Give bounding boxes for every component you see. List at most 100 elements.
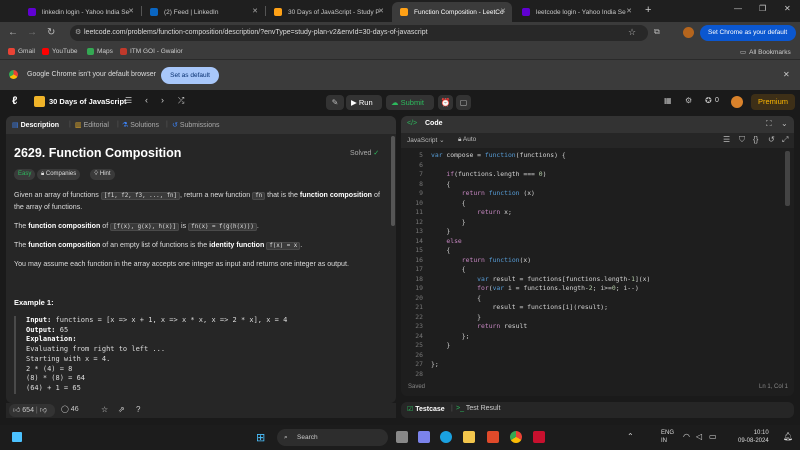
code-line[interactable]: 20 {: [401, 294, 794, 304]
minimize-button[interactable]: —: [734, 4, 742, 13]
language-select[interactable]: JavaScript ⌄: [407, 136, 445, 144]
wifi-icon[interactable]: ◠: [683, 432, 690, 441]
code-line[interactable]: 24 };: [401, 332, 794, 342]
expand-icon[interactable]: ⛶: [766, 119, 772, 129]
code-line[interactable]: 12 }: [401, 218, 794, 228]
code-line[interactable]: 14 else: [401, 237, 794, 247]
close-icon[interactable]: ✕: [626, 7, 632, 15]
settings-gear-icon[interactable]: ⚙: [685, 96, 692, 105]
browser-tab-function-composition[interactable]: Function Composition - LeetCo ✕: [392, 2, 512, 22]
forward-icon[interactable]: →: [27, 27, 37, 38]
code-line[interactable]: 16 return function(x): [401, 256, 794, 266]
code-line[interactable]: 11 return x;: [401, 208, 794, 218]
all-bookmarks[interactable]: ▭ All Bookmarks: [740, 48, 791, 57]
auto-mode-toggle[interactable]: 🔒︎ Auto: [458, 136, 476, 144]
code-line[interactable]: 19 for(var i = functions.length-2; i>=0;…: [401, 284, 794, 294]
address-bar[interactable]: ⚙ leetcode.com/problems/function-composi…: [70, 25, 648, 41]
language-indicator[interactable]: ENG IN: [661, 429, 674, 445]
scrollbar[interactable]: [391, 136, 395, 226]
chevron-up-icon[interactable]: ⌃: [627, 432, 634, 441]
close-icon[interactable]: ✕: [128, 7, 134, 15]
prev-problem-icon[interactable]: ‹: [145, 95, 148, 105]
taskbar-search[interactable]: ⌕ Search: [277, 429, 388, 446]
task-view-icon[interactable]: [396, 431, 408, 443]
notification-icon[interactable]: 🔔︎: [783, 432, 793, 441]
bookmark-icon[interactable]: ⛉: [739, 135, 745, 145]
edge-icon[interactable]: [440, 431, 452, 443]
office-icon[interactable]: [487, 431, 499, 443]
tab-editorial[interactable]: ▥ Editorial: [75, 121, 109, 129]
close-icon[interactable]: ✕: [252, 7, 258, 15]
shuffle-icon[interactable]: ⤮: [178, 96, 184, 106]
browser-tab-study-plan[interactable]: 30 Days of JavaScript - Study P ✕: [266, 2, 390, 22]
leetcode-logo-icon[interactable]: ℓ: [12, 95, 17, 107]
mcafee-icon[interactable]: [533, 431, 545, 443]
companies-tag[interactable]: 🔒︎ Companies: [37, 169, 81, 180]
star-icon[interactable]: ☆: [101, 405, 108, 414]
browser-tab-yahoo-linkedin[interactable]: linkedin login - Yahoo India Se ✕: [20, 2, 140, 22]
editor-scrollbar[interactable]: [785, 151, 790, 206]
tab-description[interactable]: ▤ Description: [12, 121, 59, 129]
like-button[interactable]: 👍︎ 654 | 👎︎: [9, 404, 55, 417]
code-line[interactable]: 15 {: [401, 246, 794, 256]
code-editor[interactable]: 5 var compose = function(functions) {6 7 i…: [401, 151, 794, 379]
widgets-icon[interactable]: [12, 432, 22, 442]
study-plan-title[interactable]: 30 Days of JavaScript: [49, 97, 127, 106]
code-line[interactable]: 22 }: [401, 313, 794, 323]
site-info-icon[interactable]: ⚙: [75, 25, 81, 41]
set-chrome-default-button[interactable]: Set Chrome as your default: [700, 25, 796, 41]
bookmark-itm[interactable]: ITM GOI - Gwalior: [120, 48, 183, 55]
code-line[interactable]: 10 {: [401, 199, 794, 209]
streak-fire-icon[interactable]: ✪: [705, 96, 712, 105]
code-line[interactable]: 26: [401, 351, 794, 361]
clock[interactable]: 10:10 09-08-2024: [738, 429, 769, 445]
code-line[interactable]: 7 if(functions.length === 0): [401, 170, 794, 180]
timer-icon[interactable]: ⏰: [438, 95, 453, 110]
bookmark-maps[interactable]: Maps: [87, 48, 113, 55]
browser-tab-linkedin[interactable]: (2) Feed | LinkedIn ✕: [142, 2, 264, 22]
code-line[interactable]: 18 var result = functions[functions.leng…: [401, 275, 794, 285]
run-button[interactable]: ▶ Run: [346, 95, 382, 110]
battery-icon[interactable]: ▭: [709, 432, 717, 441]
reset-icon[interactable]: ↺: [768, 135, 775, 144]
tab-submissions[interactable]: ↺ Submissions: [172, 121, 220, 129]
code-line[interactable]: 28: [401, 370, 794, 380]
tab-testcase[interactable]: ☑ Testcase: [407, 405, 445, 413]
user-avatar[interactable]: [731, 96, 743, 108]
back-icon[interactable]: ←: [8, 27, 18, 38]
tab-solutions[interactable]: ⚗ Solutions: [122, 121, 159, 129]
profile-avatar[interactable]: [683, 27, 694, 38]
chrome-taskbar-icon[interactable]: [510, 431, 522, 443]
code-line[interactable]: 27};: [401, 360, 794, 370]
windows-start-icon[interactable]: ⊞: [256, 431, 265, 444]
fullscreen-icon[interactable]: ⤢: [782, 135, 788, 145]
close-icon[interactable]: ✕: [783, 70, 790, 79]
code-line[interactable]: 5 var compose = function(functions) {: [401, 151, 794, 161]
browser-tab-yahoo-leetcode[interactable]: leetcode login - Yahoo India Se ✕: [514, 2, 638, 22]
bookmark-gmail[interactable]: Gmail: [8, 48, 35, 55]
volume-icon[interactable]: ◁: [696, 432, 702, 441]
layout-icon[interactable]: ▦: [664, 96, 672, 105]
close-icon[interactable]: ✕: [500, 7, 506, 15]
tab-test-result[interactable]: >_ Test Result: [456, 405, 500, 412]
code-line[interactable]: 21 result = functions[i](result);: [401, 303, 794, 313]
list-icon[interactable]: ☰: [125, 96, 132, 105]
close-icon[interactable]: ✕: [378, 7, 384, 15]
code-line[interactable]: 13 }: [401, 227, 794, 237]
code-line[interactable]: 9 return function (x): [401, 189, 794, 199]
format-icon[interactable]: ☰: [723, 135, 730, 144]
code-line[interactable]: 6: [401, 161, 794, 171]
code-line[interactable]: 23 return result: [401, 322, 794, 332]
submit-button[interactable]: ☁ Submit: [386, 95, 434, 110]
minimize-panel-icon[interactable]: ⌄: [781, 119, 788, 128]
reload-icon[interactable]: ↻: [47, 27, 55, 38]
help-icon[interactable]: ?: [136, 405, 140, 414]
comments-button[interactable]: ◯ 46: [61, 405, 79, 413]
extensions-icon[interactable]: ⧉: [654, 27, 660, 37]
close-window-button[interactable]: ✕: [784, 4, 791, 13]
set-as-default-button[interactable]: Set as default: [161, 67, 219, 84]
share-icon[interactable]: ⇗: [118, 405, 125, 414]
hint-tag[interactable]: 💡︎ Hint: [90, 169, 115, 180]
code-line[interactable]: 17 {: [401, 265, 794, 275]
code-line[interactable]: 8 {: [401, 180, 794, 190]
